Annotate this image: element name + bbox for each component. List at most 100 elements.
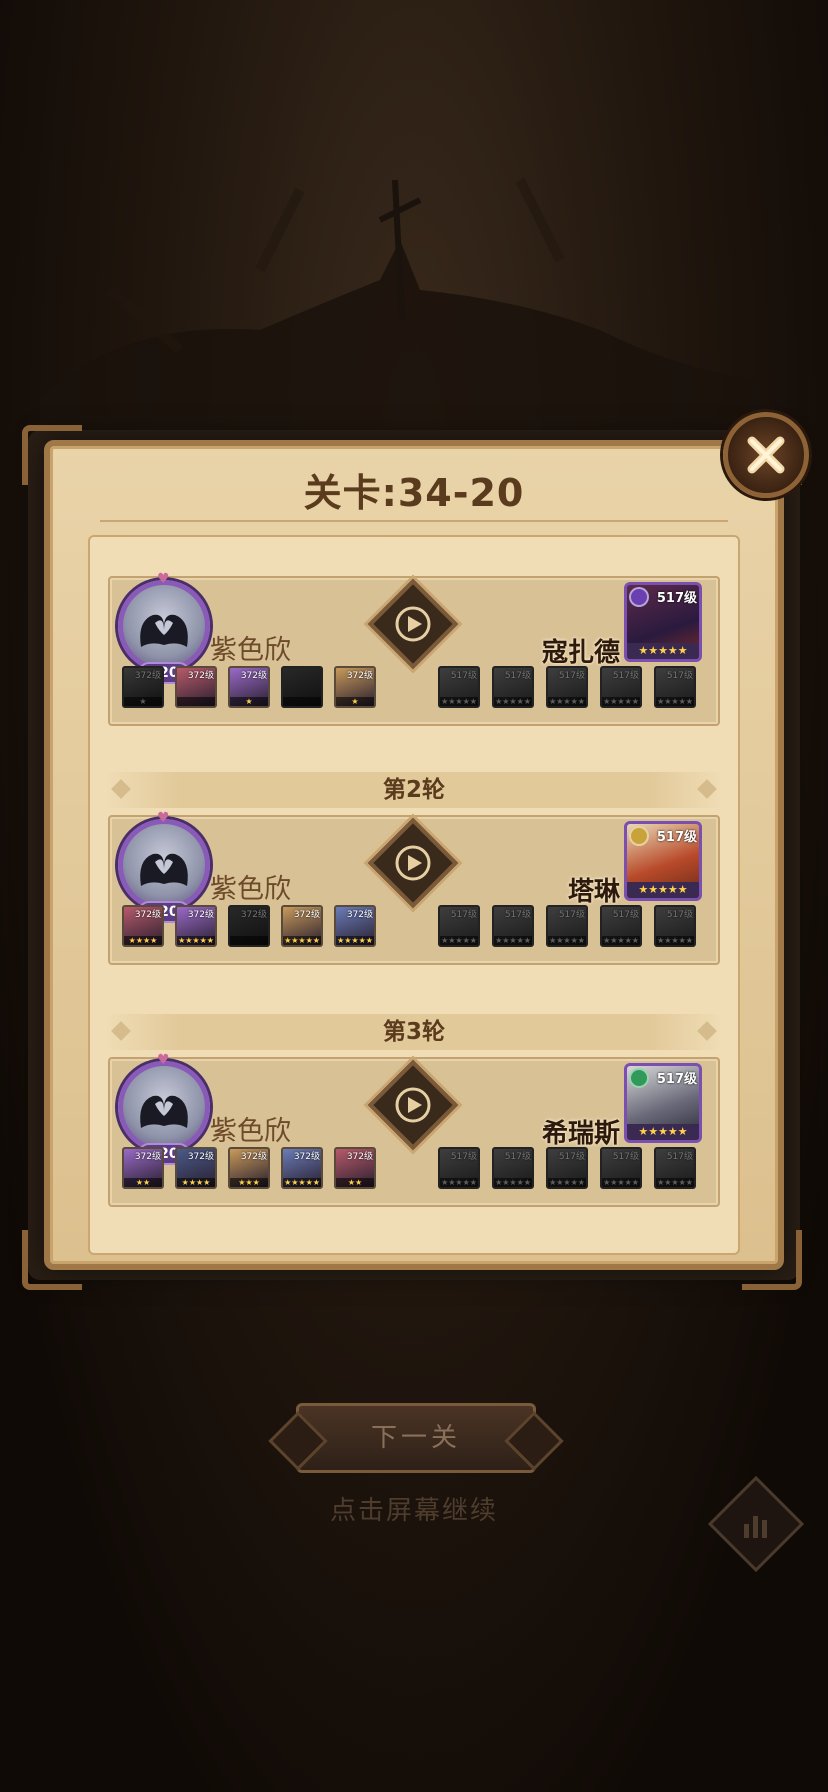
enemy-hero-slot[interactable]: 517级 ★★★★★: [492, 1147, 534, 1189]
hero-level: 372级: [346, 1152, 373, 1162]
hero-level: 372级: [187, 1152, 214, 1162]
hero-stars: ★★★★★: [548, 1178, 586, 1187]
player-avatar[interactable]: [118, 1061, 210, 1153]
hero-stars: ★★★★★: [602, 697, 640, 706]
hero-level: 517级: [612, 910, 639, 920]
enemy-hero-slot[interactable]: 517级 ★★★★★: [438, 666, 480, 708]
faction-gold-icon: [629, 826, 649, 846]
hero-stars: ★★★★★: [336, 936, 374, 945]
enemy-leader-portrait[interactable]: 517级 ★★★★★: [624, 582, 702, 662]
hero-level: 517级: [558, 910, 585, 920]
enemy-hero-slot[interactable]: 517级 ★★★★★: [600, 666, 642, 708]
faction-green-icon: [629, 1068, 649, 1088]
enemy-hero-slot[interactable]: 517级 ★★★★★: [546, 666, 588, 708]
hero-stars: ★★: [124, 1178, 162, 1187]
enemy-hero-slot[interactable]: 517级 ★★★★★: [546, 905, 588, 947]
hero-level: 517级: [558, 1152, 585, 1162]
player-hero-slot[interactable]: 372级 ★: [334, 666, 376, 708]
header-ornament: [111, 1021, 131, 1041]
player-hero-slot[interactable]: 372级 ★★★: [228, 1147, 270, 1189]
replay-button-icon-wrap[interactable]: [381, 1073, 445, 1137]
stage-title: 关卡:34-20: [303, 471, 525, 515]
faction-purple-icon: [629, 587, 649, 607]
enemy-leader-name: 希瑞斯: [541, 1119, 620, 1149]
hero-level: 517级: [558, 671, 585, 681]
player-hero-slot[interactable]: 372级: [228, 905, 270, 947]
player-hero-slot[interactable]: 372级 ★★★★★: [281, 905, 323, 947]
enemy-leader-name: 塔琳: [567, 877, 620, 907]
hero-level: 372级: [187, 910, 214, 920]
replay-button-icon-wrap[interactable]: [381, 831, 445, 895]
hero-stars: ★★★★★: [440, 936, 478, 945]
enemy-hero-slot[interactable]: 517级 ★★★★★: [492, 666, 534, 708]
hero-stars: ★: [124, 697, 162, 706]
hero-level: 372级: [134, 671, 161, 681]
enemy-leader-level: 517级: [656, 1072, 697, 1087]
player-hero-slot[interactable]: [281, 666, 323, 708]
hero-level: 517级: [666, 1152, 693, 1162]
hero-level: 517级: [612, 671, 639, 681]
enemy-hero-slot[interactable]: 517级 ★★★★★: [654, 1147, 696, 1189]
replay-button-icon-wrap[interactable]: [381, 592, 445, 656]
hero-stars: [177, 697, 215, 706]
hero-stars: ★★★★★: [656, 697, 694, 706]
player-hero-slot[interactable]: 372级 ★★★★: [122, 905, 164, 947]
hero-level: 517级: [612, 1152, 639, 1162]
hero-level: 372级: [240, 1152, 267, 1162]
player-hero-slot[interactable]: 372级 ★: [122, 666, 164, 708]
player-hero-slot[interactable]: 372级: [175, 666, 217, 708]
player-hero-slot[interactable]: 372级 ★★★★★: [175, 905, 217, 947]
next-stage-button[interactable]: 下一关: [296, 1403, 536, 1473]
hero-stars: ★★★★★: [548, 936, 586, 945]
player-hero-slot[interactable]: 372级 ★★★★★: [281, 1147, 323, 1189]
enemy-leader-stars: ★★★★★: [627, 1124, 699, 1140]
enemy-hero-slot[interactable]: 517级 ★★★★★: [492, 905, 534, 947]
heart-hands-icon: [140, 614, 188, 647]
tap-to-continue-hint[interactable]: 点击屏幕继续: [0, 1490, 828, 1527]
close-x-icon: [747, 436, 785, 474]
hero-stars: ★★★★: [124, 936, 162, 945]
player-hero-slot[interactable]: 372级 ★★: [334, 1147, 376, 1189]
player-hero-slot[interactable]: 372级 ★★★★: [175, 1147, 217, 1189]
enemy-hero-slot[interactable]: 517级 ★★★★★: [546, 1147, 588, 1189]
hero-stars: ★: [230, 697, 268, 706]
enemy-leader-portrait[interactable]: 517级 ★★★★★: [624, 821, 702, 901]
hero-level: 517级: [450, 1152, 477, 1162]
close-button[interactable]: [723, 412, 809, 498]
enemy-leader-portrait[interactable]: 517级 ★★★★★: [624, 1063, 702, 1143]
hero-stars: [283, 697, 321, 706]
hero-level: 517级: [666, 910, 693, 920]
hero-level: 372级: [346, 671, 373, 681]
hero-level: 517级: [450, 910, 477, 920]
enemy-hero-slot[interactable]: 517级 ★★★★★: [600, 905, 642, 947]
hero-stars: ★★★★: [177, 1178, 215, 1187]
enemy-hero-slot[interactable]: 517级 ★★★★★: [654, 905, 696, 947]
hero-stars: ★★★★★: [494, 936, 532, 945]
play-icon: [395, 1087, 431, 1123]
hero-level: 372级: [293, 1152, 320, 1162]
player-name: 紫色欣: [210, 874, 291, 905]
enemy-hero-slot[interactable]: 517级 ★★★★★: [438, 905, 480, 947]
hero-stars: ★★★★★: [602, 936, 640, 945]
enemy-hero-slot[interactable]: 517级 ★★★★★: [654, 666, 696, 708]
hero-level: 372级: [240, 910, 267, 920]
header-ornament: [111, 779, 131, 799]
hero-stars: ★★★★★: [494, 697, 532, 706]
bar-chart-icon[interactable]: [734, 1502, 778, 1546]
hero-level: 517级: [450, 671, 477, 681]
player-hero-slot[interactable]: 372级 ★★: [122, 1147, 164, 1189]
enemy-hero-slot[interactable]: 517级 ★★★★★: [438, 1147, 480, 1189]
hero-stars: ★★: [336, 1178, 374, 1187]
hero-stars: ★★★★★: [494, 1178, 532, 1187]
round-header: 第2轮: [104, 772, 724, 808]
title-divider: [100, 520, 728, 522]
enemy-hero-slot[interactable]: 517级 ★★★★★: [600, 1147, 642, 1189]
player-avatar[interactable]: [118, 580, 210, 672]
heart-icon: ♥: [157, 1052, 170, 1068]
player-avatar[interactable]: [118, 819, 210, 911]
player-hero-slot[interactable]: 372级 ★: [228, 666, 270, 708]
play-icon: [395, 606, 431, 642]
hero-level: 517级: [504, 1152, 531, 1162]
panel-corner-ornament: [742, 1230, 802, 1290]
player-hero-slot[interactable]: 372级 ★★★★★: [334, 905, 376, 947]
